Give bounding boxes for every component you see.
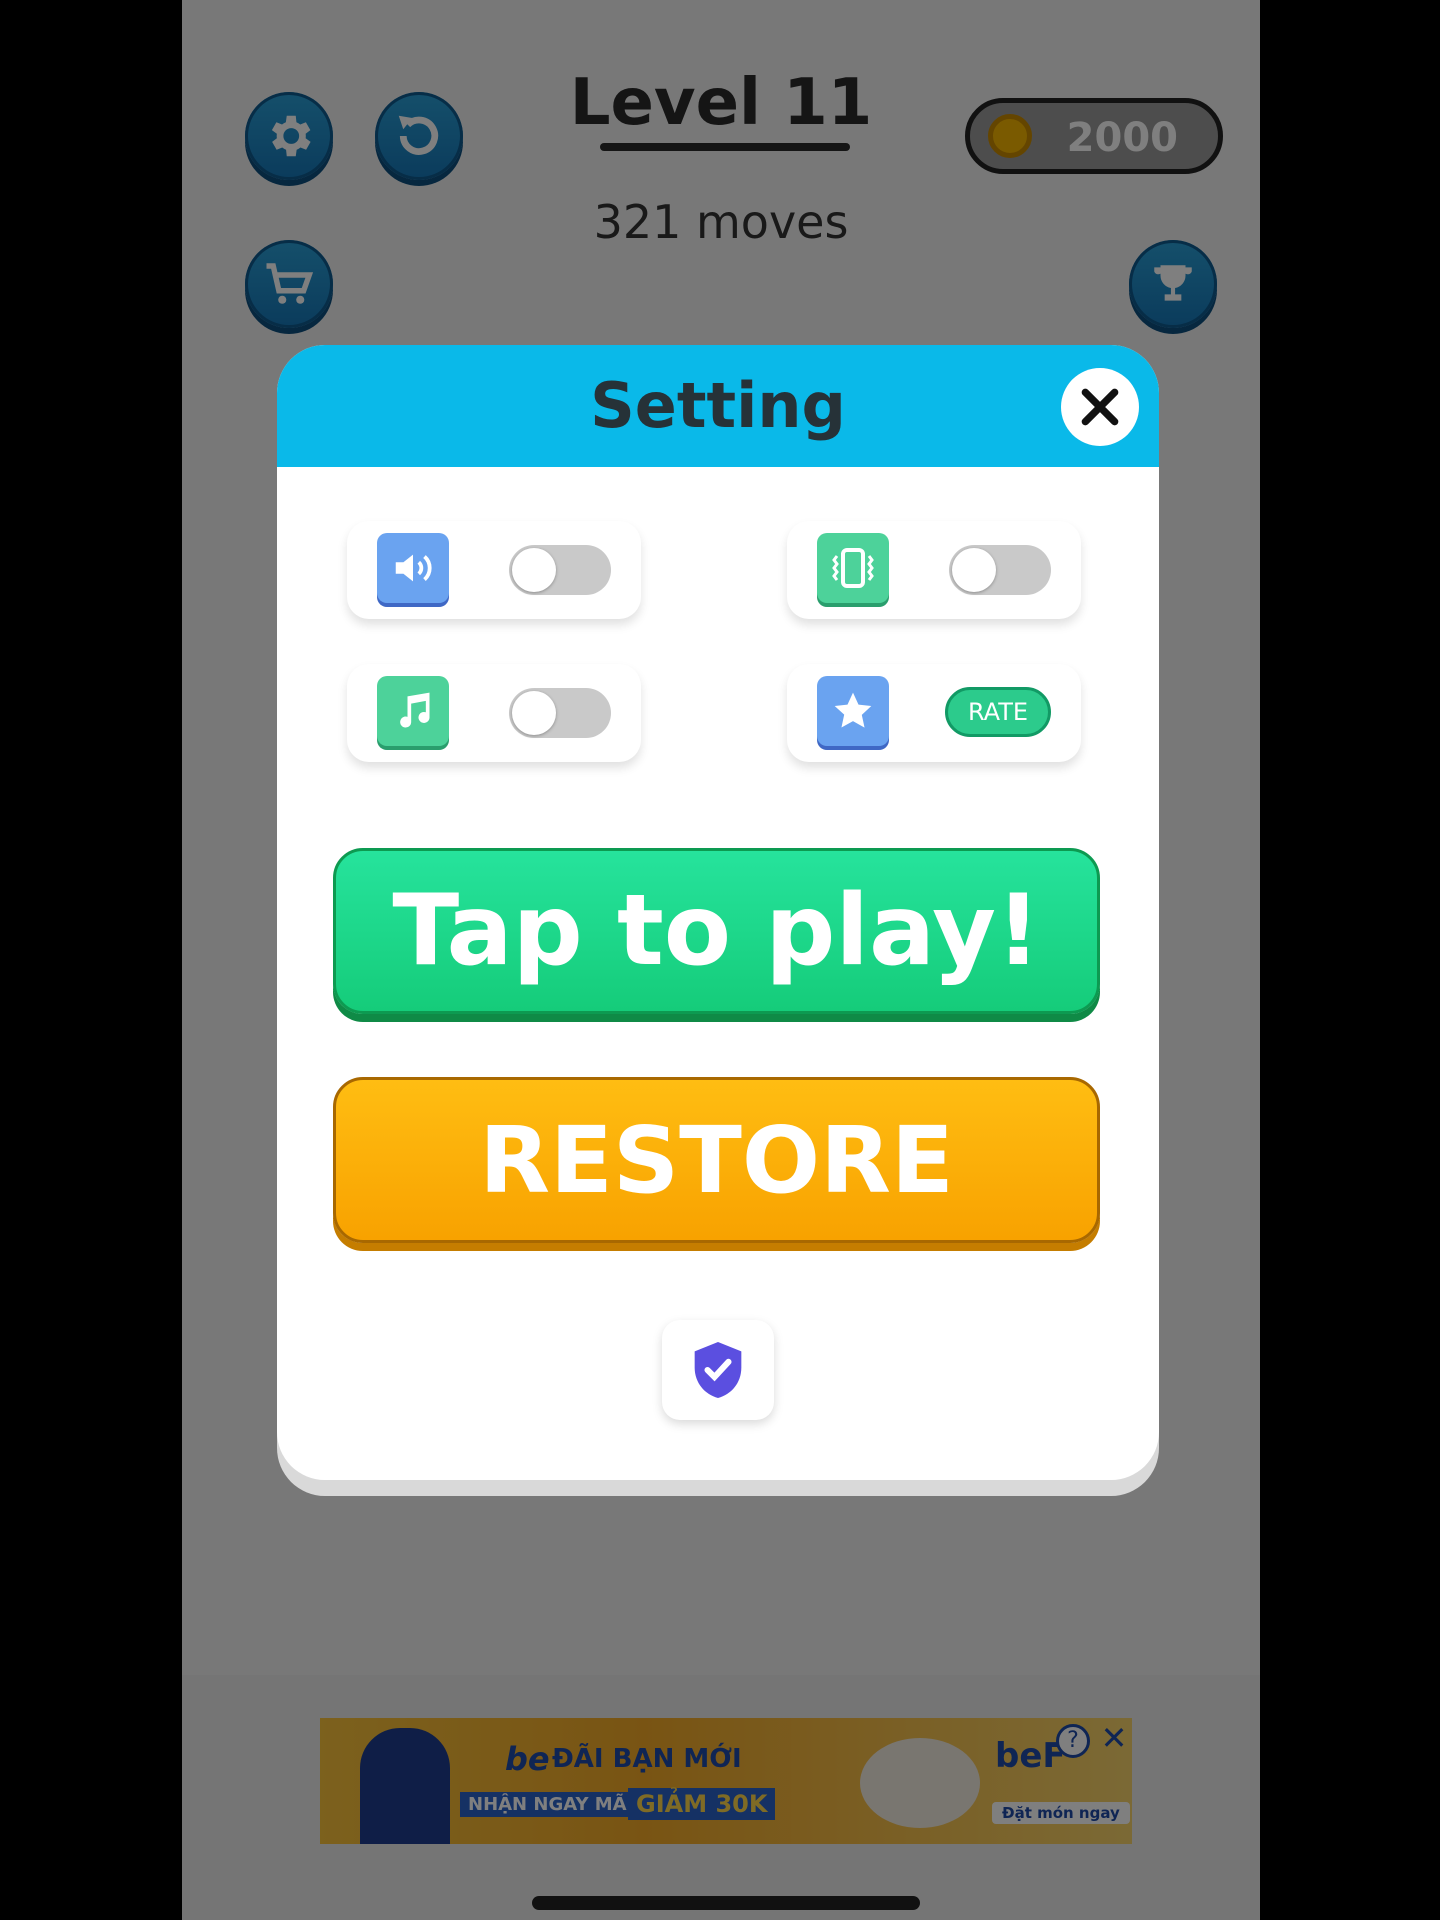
dialog-header: Setting: [277, 345, 1159, 467]
game-screen: Level 11 321 moves 2000 be ĐÃI BẠN MỚI N…: [182, 0, 1260, 1920]
home-indicator: [532, 1896, 920, 1910]
privacy-button[interactable]: [662, 1320, 774, 1420]
music-note-icon: [377, 676, 449, 746]
toggle-knob: [512, 548, 556, 592]
vibrate-phone-icon: [817, 533, 889, 603]
toggle-knob: [512, 691, 556, 735]
star-icon: [817, 676, 889, 746]
rate-setting: RATE: [787, 664, 1081, 762]
rate-button[interactable]: RATE: [945, 687, 1051, 737]
sound-toggle[interactable]: [509, 545, 611, 595]
music-setting: [347, 664, 641, 762]
close-button[interactable]: [1061, 368, 1139, 446]
music-toggle[interactable]: [509, 688, 611, 738]
vibration-toggle[interactable]: [949, 545, 1051, 595]
restore-button[interactable]: RESTORE: [333, 1077, 1100, 1243]
sound-setting: [347, 521, 641, 619]
dialog-title: Setting: [590, 369, 846, 442]
vibration-setting: [787, 521, 1081, 619]
tap-to-play-button[interactable]: Tap to play!: [333, 848, 1100, 1014]
shield-check-icon: [694, 1342, 742, 1398]
speaker-icon: [377, 533, 449, 603]
settings-dialog: Setting RATE Tap to play! RESTORE: [277, 345, 1159, 1480]
close-icon: [1081, 388, 1119, 426]
toggle-knob: [952, 548, 996, 592]
